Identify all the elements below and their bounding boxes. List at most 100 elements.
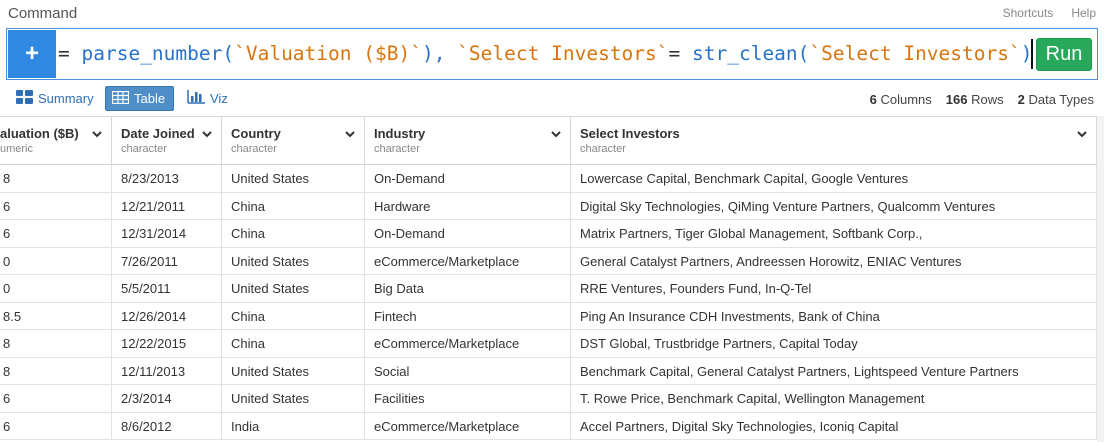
table-row: 6 12/21/2011 China Hardware Digital Sky Tech… bbox=[0, 192, 1097, 220]
table-cell[interactable]: 8 bbox=[0, 357, 112, 385]
table-row: 8 12/11/2013 United States Social Benchmark … bbox=[0, 357, 1097, 385]
table-cell[interactable]: 8.5 bbox=[0, 302, 112, 330]
table-cell[interactable]: United States bbox=[222, 275, 365, 303]
table-cell[interactable]: 6 bbox=[0, 385, 112, 413]
column-header[interactable]: Industry character bbox=[365, 117, 571, 165]
tab-summary-label: Summary bbox=[38, 91, 94, 106]
tab-viz[interactable]: Viz bbox=[187, 86, 228, 111]
table-row: 6 2/3/2014 United States Facilities T. Rowe … bbox=[0, 385, 1097, 413]
table-cell[interactable]: 8 bbox=[0, 165, 112, 193]
table-row: 0 5/5/2011 United States Big Data RRE Ventur… bbox=[0, 275, 1097, 303]
command-token: = bbox=[58, 42, 82, 65]
column-header[interactable]: Date Joined character bbox=[112, 117, 222, 165]
columns-stat: 6 Columns bbox=[869, 92, 932, 107]
table-cell[interactable]: Big Data bbox=[365, 275, 571, 303]
table-header: aluation ($B) umeric Date Joined character C… bbox=[0, 117, 1097, 165]
table-cell[interactable]: Matrix Partners, Tiger Global Management… bbox=[571, 220, 1097, 248]
table-cell[interactable]: United States bbox=[222, 357, 365, 385]
table-cell[interactable]: 8 bbox=[0, 330, 112, 358]
table-cell[interactable]: 6 bbox=[0, 192, 112, 220]
table-cell[interactable]: Ping An Insurance CDH Investments, Bank … bbox=[571, 302, 1097, 330]
table-cell[interactable]: Facilities bbox=[365, 385, 571, 413]
tab-table-label: Table bbox=[134, 91, 166, 106]
summary-icon bbox=[16, 90, 33, 107]
table-cell[interactable]: 12/26/2014 bbox=[112, 302, 222, 330]
chevron-down-icon[interactable] bbox=[1076, 127, 1088, 139]
rows-stat: 166 Rows bbox=[945, 92, 1004, 107]
command-token: `Select Investors` bbox=[809, 42, 1021, 65]
table-cell[interactable]: 8/6/2012 bbox=[112, 412, 222, 440]
table-cell[interactable]: China bbox=[222, 330, 365, 358]
table-cell[interactable]: 12/22/2015 bbox=[112, 330, 222, 358]
table-cell[interactable]: eCommerce/Marketplace bbox=[365, 330, 571, 358]
table-cell[interactable]: United States bbox=[222, 247, 365, 275]
table-cell[interactable]: eCommerce/Marketplace bbox=[365, 412, 571, 440]
table-cell[interactable]: United States bbox=[222, 385, 365, 413]
column-name: Select Investors bbox=[580, 126, 680, 141]
table-cell[interactable]: China bbox=[222, 220, 365, 248]
column-header[interactable]: aluation ($B) umeric bbox=[0, 117, 112, 165]
table-cell[interactable]: United States bbox=[222, 165, 365, 193]
chevron-down-icon[interactable] bbox=[201, 127, 213, 139]
tab-summary[interactable]: Summary bbox=[16, 86, 94, 111]
table-cell[interactable]: 0 bbox=[0, 247, 112, 275]
command-token: = bbox=[668, 42, 692, 65]
command-bar: + = parse_number(`Valuation ($B)`), `Sel… bbox=[6, 28, 1098, 80]
command-token: str_clean( bbox=[692, 42, 810, 65]
table-cell[interactable]: 5/5/2011 bbox=[112, 275, 222, 303]
table-cell[interactable]: On-Demand bbox=[365, 165, 571, 193]
table-cell[interactable]: General Catalyst Partners, Andreessen Ho… bbox=[571, 247, 1097, 275]
text-caret bbox=[1031, 39, 1033, 69]
table-cell[interactable]: On-Demand bbox=[365, 220, 571, 248]
table-cell[interactable]: 7/26/2011 bbox=[112, 247, 222, 275]
table-cell[interactable]: Accel Partners, Digital Sky Technologies… bbox=[571, 412, 1097, 440]
column-type: character bbox=[121, 143, 167, 155]
table-cell[interactable]: 12/21/2011 bbox=[112, 192, 222, 220]
table-cell[interactable]: 0 bbox=[0, 275, 112, 303]
shortcuts-link[interactable]: Shortcuts bbox=[1003, 6, 1054, 20]
table-cell[interactable]: Digital Sky Technologies, QiMing Venture… bbox=[571, 192, 1097, 220]
column-header[interactable]: Select Investors character bbox=[571, 117, 1097, 165]
column-header[interactable]: Country character bbox=[222, 117, 365, 165]
column-type: character bbox=[374, 143, 420, 155]
table-cell[interactable]: Hardware bbox=[365, 192, 571, 220]
chevron-down-icon[interactable] bbox=[344, 127, 356, 139]
command-token: `Select Investors` bbox=[457, 42, 669, 65]
column-name: Date Joined bbox=[121, 126, 195, 141]
table-cell[interactable]: Social bbox=[365, 357, 571, 385]
table-cell[interactable]: 6 bbox=[0, 220, 112, 248]
table-cell[interactable]: China bbox=[222, 302, 365, 330]
table-cell[interactable]: 2/3/2014 bbox=[112, 385, 222, 413]
table-cell[interactable]: Fintech bbox=[365, 302, 571, 330]
table-cell[interactable]: 8/23/2013 bbox=[112, 165, 222, 193]
chart-icon bbox=[187, 90, 205, 107]
table-cell[interactable]: DST Global, Trustbridge Partners, Capita… bbox=[571, 330, 1097, 358]
table-cell[interactable]: 12/31/2014 bbox=[112, 220, 222, 248]
types-stat: 2 Data Types bbox=[1017, 92, 1094, 107]
vertical-scrollbar[interactable] bbox=[1097, 116, 1104, 442]
table-cell[interactable]: T. Rowe Price, Benchmark Capital, Wellin… bbox=[571, 385, 1097, 413]
table-cell[interactable]: Lowercase Capital, Benchmark Capital, Go… bbox=[571, 165, 1097, 193]
window-title: Command bbox=[8, 5, 78, 22]
run-button[interactable]: Run bbox=[1036, 38, 1092, 71]
table-row: 0 7/26/2011 United States eCommerce/Marketp… bbox=[0, 247, 1097, 275]
column-name: Industry bbox=[374, 126, 426, 141]
table-cell[interactable]: 6 bbox=[0, 412, 112, 440]
header-links: Shortcuts Help bbox=[1003, 6, 1096, 20]
table-cell[interactable]: India bbox=[222, 412, 365, 440]
help-link[interactable]: Help bbox=[1071, 6, 1096, 20]
tab-table[interactable]: Table bbox=[105, 86, 175, 111]
command-token: parse_number( bbox=[81, 42, 235, 65]
add-command-button[interactable]: + bbox=[8, 30, 56, 78]
table-cell[interactable]: Benchmark Capital, General Catalyst Part… bbox=[571, 357, 1097, 385]
table-row: 6 12/31/2014 China On-Demand Matrix Partners… bbox=[0, 220, 1097, 248]
table-row: 8 12/22/2015 China eCommerce/Marketplace DST… bbox=[0, 330, 1097, 358]
command-input[interactable]: = parse_number(`Valuation ($B)`), `Selec… bbox=[58, 41, 1044, 67]
chevron-down-icon[interactable] bbox=[550, 127, 562, 139]
table-cell[interactable]: eCommerce/Marketplace bbox=[365, 247, 571, 275]
chevron-down-icon[interactable] bbox=[91, 127, 103, 139]
table-row: 6 8/6/2012 India eCommerce/Marketplace Accel… bbox=[0, 412, 1097, 440]
table-cell[interactable]: RRE Ventures, Founders Fund, In-Q-Tel bbox=[571, 275, 1097, 303]
table-cell[interactable]: 12/11/2013 bbox=[112, 357, 222, 385]
table-cell[interactable]: China bbox=[222, 192, 365, 220]
